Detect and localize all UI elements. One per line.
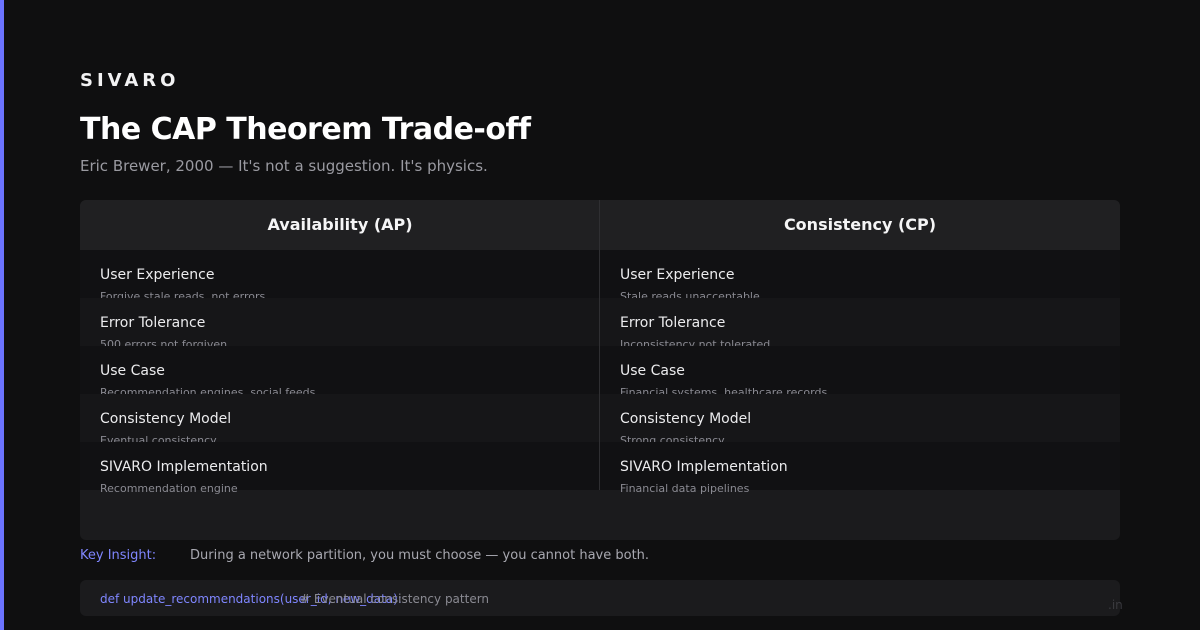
column-header-availability: Availability (AP): [267, 215, 413, 234]
cell-subtitle: Recommendation engine: [100, 482, 238, 495]
cell-title: Use Case: [100, 363, 165, 379]
cell-title: User Experience: [620, 267, 735, 283]
code-comment: # Eventual consistency pattern: [300, 592, 490, 606]
table-cell-left: SIVARO Implementation Recommendation eng…: [100, 442, 600, 495]
cell-title: Error Tolerance: [620, 315, 726, 331]
page-subtitle: Eric Brewer, 2000 — It's not a suggestio…: [80, 157, 488, 175]
watermark: .in: [1108, 598, 1123, 612]
table-row: Error Tolerance 500 errors not forgiven …: [80, 298, 1120, 351]
table-cell-right: Error Tolerance Inconsistency not tolera…: [620, 298, 1120, 351]
code-snippet: def update_recommendations(user_id, new_…: [80, 580, 1120, 616]
table-cell-right: Consistency Model Strong consistency: [620, 394, 1120, 447]
cell-title: SIVARO Implementation: [620, 459, 788, 475]
page-title: The CAP Theorem Trade-off: [80, 112, 531, 147]
table-row: SIVARO Implementation Recommendation eng…: [80, 442, 1120, 495]
cell-subtitle: Financial data pipelines: [620, 482, 750, 495]
cell-title: Consistency Model: [620, 411, 752, 427]
column-divider: [599, 200, 600, 490]
table-cell-right: User Experience Stale reads unacceptable: [620, 250, 1120, 303]
cell-title: SIVARO Implementation: [100, 459, 268, 475]
accent-bar: [0, 0, 4, 630]
code-line: def update_recommendations(user_id, new_…: [100, 592, 489, 606]
cell-title: Consistency Model: [100, 411, 232, 427]
table-cell-left: Error Tolerance 500 errors not forgiven: [100, 298, 600, 351]
table-cell-right: Use Case Financial systems, healthcare r…: [620, 346, 1120, 399]
column-header-consistency: Consistency (CP): [783, 215, 937, 234]
cell-title: User Experience: [100, 267, 215, 283]
table-row: Consistency Model Eventual consistency C…: [80, 394, 1120, 447]
comparison-table: Availability (AP) Consistency (CP) User …: [80, 200, 1120, 540]
table-header: Availability (AP) Consistency (CP): [80, 200, 1120, 251]
table-cell-right: SIVARO Implementation Financial data pip…: [620, 442, 1120, 495]
table-cell-left: User Experience Forgive stale reads, not…: [100, 250, 600, 303]
table-row: Use Case Recommendation engines, social …: [80, 346, 1120, 399]
table-cell-left: Use Case Recommendation engines, social …: [100, 346, 600, 399]
table-row: User Experience Forgive stale reads, not…: [80, 250, 1120, 303]
brand-logo: SIVARO: [80, 70, 180, 91]
key-insight-label: Key Insight:: [80, 548, 157, 563]
cell-title: Use Case: [620, 363, 685, 379]
cell-title: Error Tolerance: [100, 315, 206, 331]
key-insight-text: During a network partition, you must cho…: [190, 548, 650, 563]
table-cell-left: Consistency Model Eventual consistency: [100, 394, 600, 447]
